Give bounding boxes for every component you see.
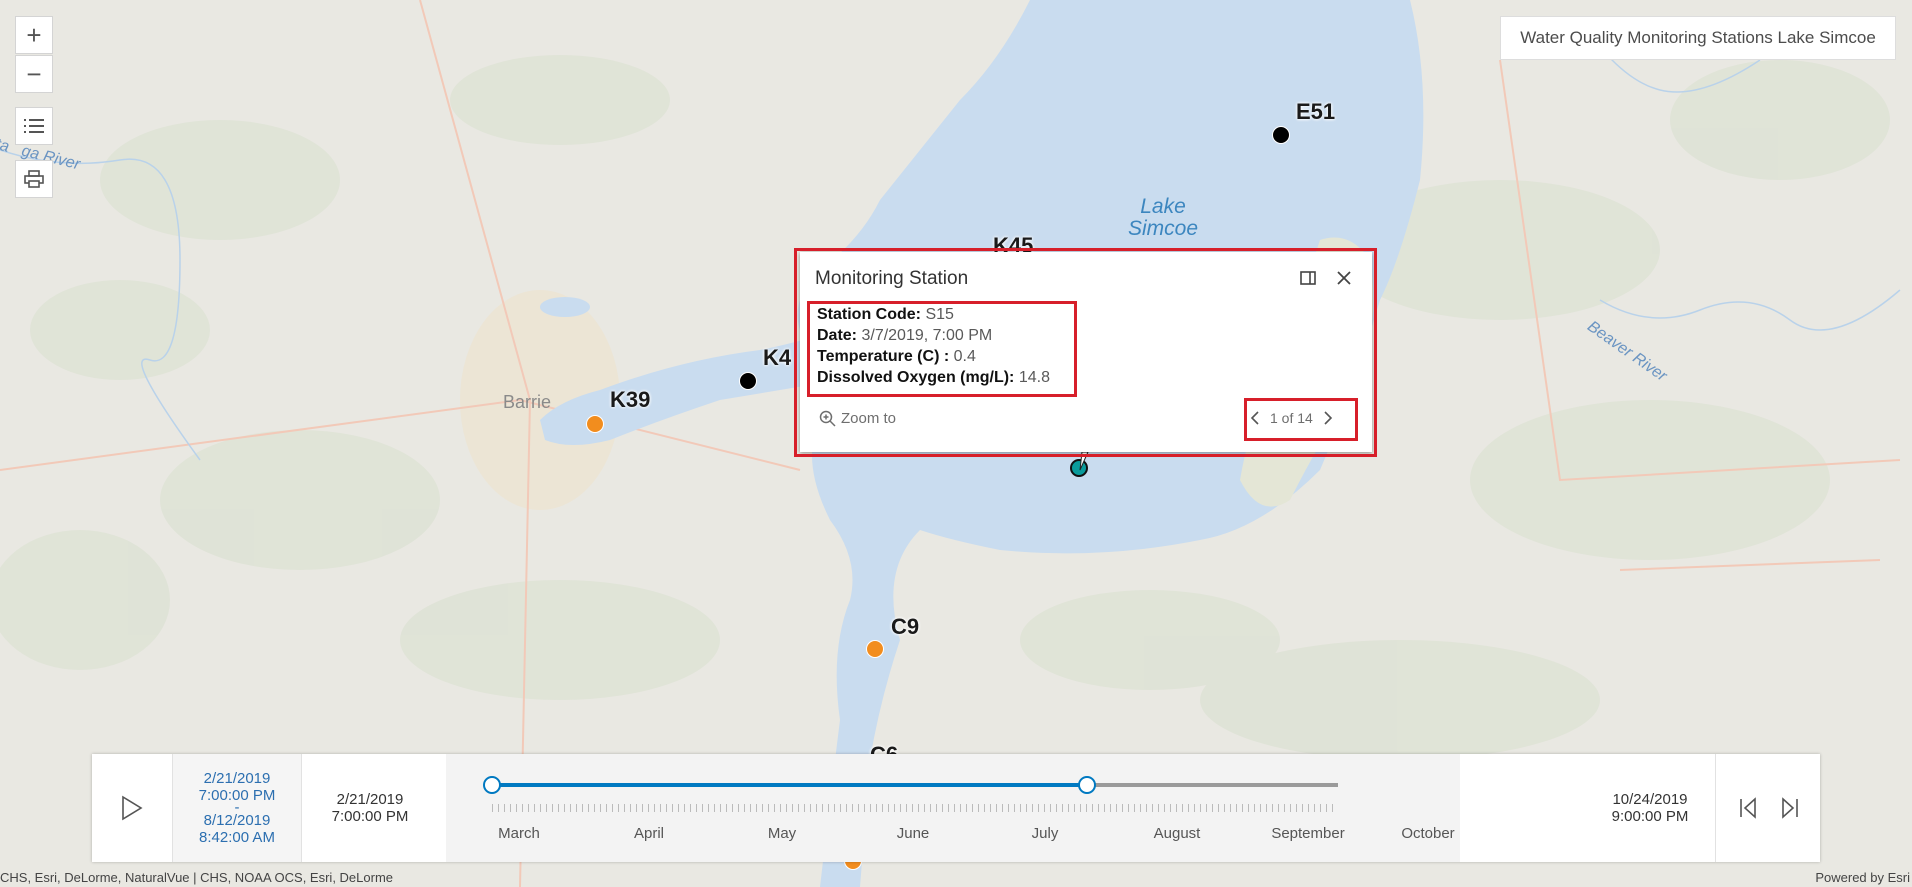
month-label: September: [1271, 825, 1345, 842]
zoom-to-label: Zoom to: [841, 410, 897, 427]
range-end-date: 8/12/2019: [203, 812, 271, 829]
zoom-in-button[interactable]: +: [15, 16, 53, 54]
month-label: August: [1153, 825, 1201, 842]
station-k4-label: K4: [763, 345, 792, 370]
popup-title: Monitoring Station: [815, 268, 969, 289]
play-icon: [122, 795, 143, 821]
min-time: 7:00:00 PM: [331, 808, 409, 825]
current-range-display: 2/21/2019 7:00:00 PM - 8/12/2019 8:42:00…: [173, 754, 301, 862]
slider-thumb-end[interactable]: [1077, 776, 1096, 794]
station-k39-marker[interactable]: [586, 415, 604, 433]
time-slider: 2/21/2019 7:00:00 PM - 8/12/2019 8:42:00…: [92, 754, 1820, 862]
play-button[interactable]: [92, 754, 172, 862]
separator: [1715, 754, 1716, 862]
lake-label-line2: Simcoe: [1128, 217, 1199, 240]
month-label: May: [767, 825, 797, 842]
step-back-icon: [1740, 797, 1756, 819]
field-label: Date:: [817, 327, 858, 344]
range-start-date: 2/21/2019: [203, 770, 271, 787]
close-icon: [1337, 271, 1351, 285]
powered-by: Powered by Esri: [1815, 870, 1910, 885]
legend-button[interactable]: [15, 107, 53, 145]
field-label: Station Code:: [817, 306, 921, 323]
range-end-time: 8:42:00 AM: [199, 829, 275, 846]
month-label: June: [896, 825, 930, 842]
step-forward-icon: [1782, 797, 1798, 819]
lake-label: Lake Simcoe: [1128, 196, 1198, 240]
list-icon: [24, 119, 44, 133]
field-temperature: Temperature (C) : 0.4: [817, 346, 1050, 367]
station-c9-label: C9: [891, 614, 920, 639]
field-value: S15: [925, 306, 954, 323]
lake-label-line1: Lake: [1140, 195, 1186, 218]
barrie-label: Barrie: [503, 392, 552, 412]
previous-step-button[interactable]: [1728, 754, 1768, 862]
zoom-to-link[interactable]: Zoom to: [819, 410, 896, 427]
dock-button[interactable]: [1296, 266, 1320, 290]
print-button[interactable]: [15, 160, 53, 198]
slider-range-fill: [492, 783, 1087, 787]
station-e51-marker[interactable]: [1272, 126, 1290, 144]
dock-icon: [1300, 271, 1316, 285]
max-date: 10/24/2019: [1612, 791, 1688, 808]
range-separator: -: [234, 799, 240, 816]
field-value: 14.8: [1018, 369, 1050, 386]
zoom-out-button[interactable]: −: [15, 55, 53, 93]
field-label: Temperature (C) :: [817, 348, 950, 365]
max-time: 9:00:00 PM: [1611, 808, 1689, 825]
print-icon: [24, 170, 44, 188]
next-feature-button[interactable]: [1323, 411, 1333, 425]
month-label: July: [1031, 825, 1059, 842]
field-dissolved-oxygen: Dissolved Oxygen (mg/L): 14.8: [817, 367, 1050, 388]
close-button[interactable]: [1332, 266, 1356, 290]
station-k4-marker[interactable]: [739, 372, 757, 390]
max-time-display: 10/24/2019 9:00:00 PM: [1580, 754, 1720, 862]
field-value: 3/7/2019, 7:00 PM: [861, 327, 993, 344]
popup: Monitoring Station Station Code: S15 Dat…: [800, 252, 1372, 452]
popup-fields: Station Code: S15 Date: 3/7/2019, 7:00 P…: [817, 304, 1050, 388]
field-label: Dissolved Oxygen (mg/L):: [817, 369, 1015, 386]
min-time-display: 2/21/2019 7:00:00 PM: [302, 754, 438, 862]
slider-ticks: [492, 804, 1338, 812]
min-date: 2/21/2019: [336, 791, 404, 808]
previous-feature-button[interactable]: [1250, 411, 1260, 425]
field-value: 0.4: [953, 348, 976, 365]
month-label: April: [633, 825, 665, 842]
pagination-label: 1 of 14: [1270, 410, 1313, 426]
pagination: 1 of 14: [1250, 410, 1333, 426]
minus-icon: −: [26, 59, 42, 89]
plus-icon: +: [26, 20, 42, 50]
station-k39-label: K39: [610, 387, 651, 412]
month-label: March: [498, 825, 540, 842]
month-label: October: [1401, 825, 1455, 842]
zoom-in-magnifier-icon: [819, 410, 836, 427]
selected-station-marker[interactable]: [1068, 450, 1094, 480]
attribution: CHS, Esri, DeLorme, NaturalVue | CHS, NO…: [0, 870, 394, 885]
slider-thumb-start[interactable]: [483, 776, 501, 794]
slider-track-area: March April May June July August September Octo…: [446, 754, 1460, 862]
station-e51-label: E51: [1296, 99, 1336, 124]
station-c9-marker[interactable]: [866, 640, 884, 658]
next-step-button[interactable]: [1770, 754, 1810, 862]
field-station-code: Station Code: S15: [817, 304, 1050, 325]
field-date: Date: 3/7/2019, 7:00 PM: [817, 325, 1050, 346]
map-title: Water Quality Monitoring Stations Lake S…: [1500, 16, 1896, 60]
